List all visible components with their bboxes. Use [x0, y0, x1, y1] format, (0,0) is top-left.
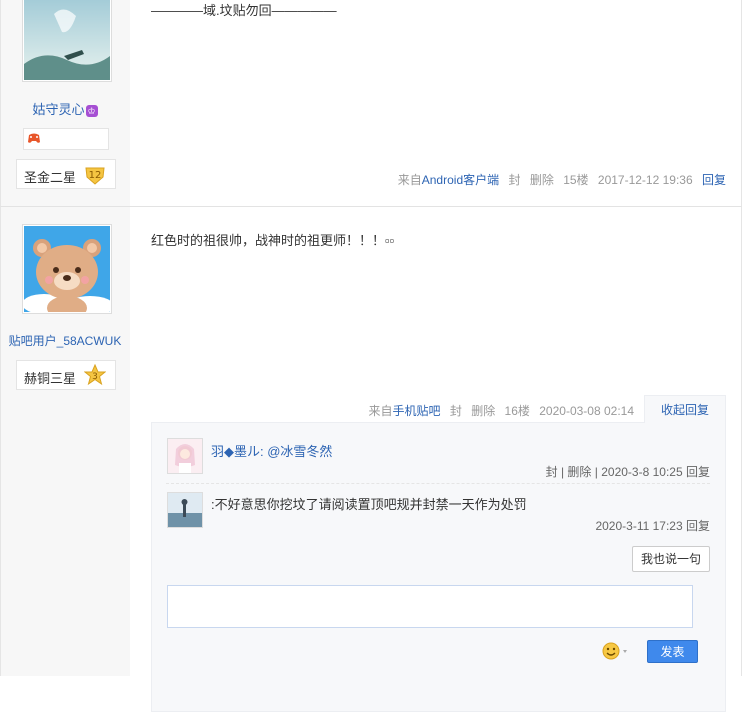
tab-joint — [645, 422, 725, 424]
level-name: 赫铜三星 — [24, 371, 77, 386]
avatar-image — [24, 0, 110, 80]
ban-link[interactable]: 封 — [450, 404, 462, 418]
reply-content: :不好意思你挖坟了请阅读置顶吧规并封禁一天作为处罚 — [211, 497, 527, 512]
reply-link[interactable]: 回复 — [702, 173, 726, 187]
floor-number: 16楼 — [504, 404, 530, 418]
reply-meta: 封 | 删除 | 2020-3-8 10:25 回复 — [545, 465, 710, 479]
reply-text: :不好意思你挖坟了请阅读置顶吧规并封禁一天作为处罚 — [211, 494, 527, 513]
reply-separator — [166, 483, 710, 484]
delete-link[interactable]: 删除 — [530, 173, 554, 187]
post-divider — [0, 206, 742, 207]
emoji-icon[interactable] — [602, 642, 632, 660]
ban-link[interactable]: 封 — [508, 173, 520, 187]
level-num: 12 — [89, 170, 102, 181]
user-level: 赫铜三星 3 — [16, 360, 116, 390]
post-time: 2020-03-08 02:14 — [539, 404, 634, 418]
reply-avatar-image — [168, 439, 202, 473]
avatar[interactable] — [22, 224, 112, 314]
level-num: 3 — [92, 372, 98, 382]
collapse-replies-button[interactable]: 收起回复 — [644, 395, 726, 423]
say-something-button[interactable]: 我也说一句 — [632, 546, 710, 572]
level-badge-icon: 12 — [85, 167, 105, 185]
reply-link[interactable]: 回复 — [686, 519, 710, 533]
username[interactable]: 姑守灵心 ♔ — [0, 99, 130, 118]
level-name: 圣金二星 — [24, 170, 77, 185]
from-label: 来自 — [397, 173, 422, 187]
chevron-down-icon — [623, 650, 627, 653]
level-badge-icon: 3 — [84, 364, 106, 386]
delete-link[interactable]: 删除 — [471, 404, 495, 418]
reply-avatar[interactable] — [167, 438, 203, 474]
reply-content[interactable]: @冰雪冬然 — [264, 444, 332, 459]
reply-meta: 2020-3-11 17:23 回复 — [595, 517, 710, 534]
client-link[interactable]: 手机贴吧 — [392, 404, 440, 418]
vip-icon: ♔ — [85, 104, 98, 117]
avatar-image — [24, 226, 110, 312]
from-label: 来自 — [368, 404, 393, 418]
post-tail: 来自Android客户端 封 删除 15楼 2017-12-12 19:36 回… — [392, 171, 726, 188]
ban-link[interactable]: 封 — [546, 465, 558, 479]
reply-username[interactable]: 羽◆墨ル: — [211, 444, 264, 459]
post-content: 红色时的祖很帅，战神时的祖更师！！！▫▫ — [151, 233, 395, 248]
username-text[interactable]: 姑守灵心 — [32, 102, 84, 117]
reply-avatar-image — [168, 493, 202, 527]
gamepad-icon — [28, 133, 40, 143]
post-time: 2017-12-12 19:36 — [597, 173, 693, 187]
reply-avatar[interactable] — [167, 492, 203, 528]
post-content: ————域.坟贴勿回————— — [151, 3, 337, 18]
reply-link[interactable]: 回复 — [686, 465, 710, 479]
reply-time: 2020-3-8 10:25 — [601, 465, 683, 479]
send-button[interactable]: 发表 — [647, 640, 698, 663]
post-tail: 来自手机贴吧 封 删除 16楼 2020-03-08 02:14 — [362, 402, 634, 419]
user-level: 圣金二星 12 — [16, 159, 116, 189]
member-badges — [23, 128, 109, 150]
reply-time: 2020-3-11 17:23 — [595, 519, 683, 533]
reply-text: 羽◆墨ル: @冰雪冬然 — [211, 441, 332, 460]
reply-input[interactable] — [167, 585, 693, 628]
delete-link[interactable]: 删除 — [567, 465, 591, 479]
username[interactable]: 贴吧用户_58ACWUK — [0, 332, 130, 349]
client-link[interactable]: Android客户端 — [422, 173, 499, 187]
avatar[interactable] — [22, 0, 112, 82]
floor-number: 15楼 — [563, 173, 589, 187]
